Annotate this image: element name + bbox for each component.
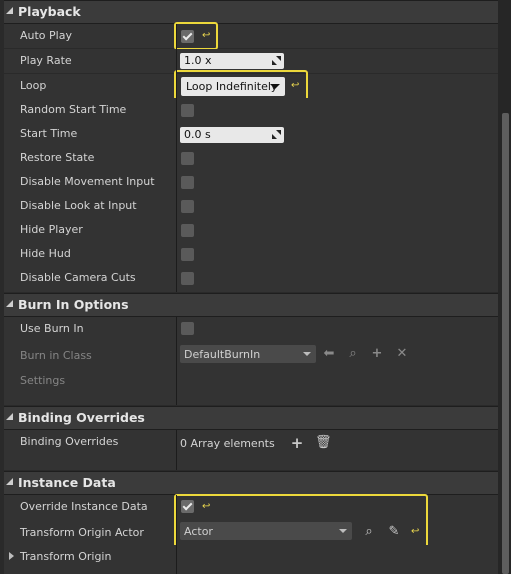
override-instance-data-label: Override Instance Data [20, 500, 148, 513]
add-element-plus-icon[interactable]: + [290, 436, 304, 451]
row-hide-hud: Hide Hud [4, 242, 498, 266]
binding-overrides-label: Binding Overrides [20, 435, 119, 448]
burn-in-class-value: DefaultBurnIn [184, 348, 261, 361]
category-title: Binding Overrides [18, 410, 145, 425]
disable-look-at-input-checkbox[interactable] [181, 200, 194, 213]
category-title: Burn In Options [18, 297, 129, 312]
category-title: Instance Data [18, 475, 116, 490]
category-binding-overrides[interactable]: Binding Overrides [4, 406, 498, 430]
category-title: Playback [18, 4, 81, 19]
random-start-time-label: Random Start Time [20, 103, 127, 116]
category-burn-in-options[interactable]: Burn In Options [4, 293, 498, 317]
expand-arrow-icon[interactable] [9, 552, 14, 560]
highlight-frame [174, 70, 308, 101]
row-disable-movement-input: Disable Movement Input [4, 170, 498, 194]
row-restore-state: Restore State [4, 146, 498, 170]
dropdown-caret-icon [303, 352, 311, 356]
column-divider[interactable] [176, 495, 177, 574]
play-rate-field[interactable]: 1.0 x [180, 53, 284, 69]
resize-handle-icon[interactable] [272, 130, 281, 139]
disable-look-at-input-label: Disable Look at Input [20, 199, 137, 212]
row-burn-in-class: Burn in Class DefaultBurnIn ⬅ ⌕ + ✕ [4, 341, 498, 369]
clear-x-icon[interactable]: ✕ [395, 347, 409, 361]
use-burn-in-checkbox[interactable] [181, 322, 194, 335]
scrollbar-thumb[interactable] [502, 113, 509, 574]
column-divider[interactable] [176, 317, 177, 405]
start-time-value: 0.0 s [184, 128, 211, 141]
collapse-arrow-icon[interactable] [6, 7, 13, 14]
collapse-arrow-icon[interactable] [6, 478, 13, 485]
transform-origin-actor-label: Transform Origin Actor [20, 526, 144, 539]
disable-movement-input-label: Disable Movement Input [20, 175, 155, 188]
category-playback[interactable]: Playback [4, 0, 498, 24]
hide-player-label: Hide Player [20, 223, 83, 236]
add-plus-icon[interactable]: + [370, 347, 384, 361]
row-disable-look-at-input: Disable Look at Input [4, 194, 498, 218]
disable-movement-input-checkbox[interactable] [181, 176, 194, 189]
row-disable-camera-cuts: Disable Camera Cuts [4, 266, 498, 292]
loop-label: Loop [20, 79, 47, 92]
row-transform-origin[interactable]: Transform Origin [4, 545, 498, 574]
hide-hud-label: Hide Hud [20, 247, 71, 260]
category-instance-data[interactable]: Instance Data [4, 471, 498, 495]
delete-trash-icon[interactable]: 🗑 [315, 436, 332, 450]
auto-play-label: Auto Play [20, 29, 72, 42]
play-rate-label: Play Rate [20, 54, 72, 67]
restore-state-label: Restore State [20, 151, 95, 164]
random-start-time-checkbox[interactable] [181, 104, 194, 117]
row-auto-play: Auto Play ↩ [4, 24, 498, 48]
array-elements-count: 0 Array elements [180, 437, 275, 450]
play-rate-value: 1.0 x [184, 54, 212, 67]
row-use-burn-in: Use Burn In [4, 317, 498, 341]
collapse-arrow-icon[interactable] [6, 300, 13, 307]
use-burn-in-label: Use Burn In [20, 322, 84, 335]
burn-in-class-label: Burn in Class [20, 349, 92, 362]
disable-camera-cuts-checkbox[interactable] [181, 272, 194, 285]
collapse-arrow-icon[interactable] [6, 413, 13, 420]
start-time-field[interactable]: 0.0 s [180, 127, 284, 143]
column-divider[interactable] [176, 24, 177, 292]
settings-label: Settings [20, 374, 66, 387]
start-time-label: Start Time [20, 127, 78, 140]
use-selected-arrow-icon[interactable]: ⬅ [322, 347, 336, 361]
browse-search-icon[interactable]: ⌕ [346, 347, 360, 361]
column-divider[interactable] [176, 430, 177, 470]
row-start-time: Start Time 0.0 s [4, 122, 498, 146]
resize-handle-icon[interactable] [272, 56, 281, 65]
row-random-start-time: Random Start Time [4, 98, 498, 122]
row-settings: Settings [4, 369, 498, 405]
hide-player-checkbox[interactable] [181, 224, 194, 237]
transform-origin-label: Transform Origin [20, 550, 112, 563]
row-hide-player: Hide Player [4, 218, 498, 242]
hide-hud-checkbox[interactable] [181, 248, 194, 261]
highlight-frame [174, 494, 428, 549]
details-panel: Playback Auto Play ↩ Play Rate 1.0 x Loo… [4, 0, 498, 574]
row-binding-overrides: Binding Overrides 0 Array elements + 🗑 [4, 430, 498, 470]
highlight-frame [174, 22, 218, 50]
burn-in-class-dropdown[interactable]: DefaultBurnIn [180, 345, 316, 363]
restore-state-checkbox[interactable] [181, 152, 194, 165]
disable-camera-cuts-label: Disable Camera Cuts [20, 271, 136, 284]
